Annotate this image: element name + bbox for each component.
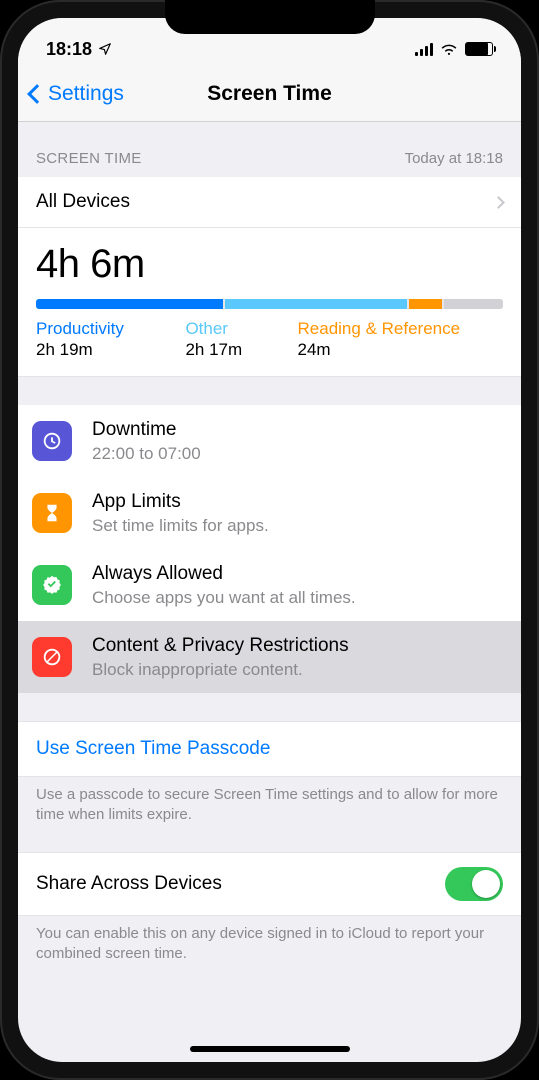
usage-seg-remaining — [444, 299, 503, 309]
category-other: Other 2h 17m — [185, 319, 297, 360]
always-allowed-row[interactable]: Always Allowed Choose apps you want at a… — [18, 549, 521, 621]
content-restrictions-title: Content & Privacy Restrictions — [92, 634, 503, 658]
usage-bar — [36, 299, 503, 309]
wifi-icon — [440, 42, 458, 56]
back-button[interactable]: Settings — [18, 82, 124, 106]
cat-label: Other — [185, 319, 269, 339]
category-list: Productivity 2h 19m Other 2h 17m Reading… — [36, 319, 503, 360]
all-devices-row[interactable]: All Devices — [18, 177, 521, 228]
section-header-left: SCREEN TIME — [36, 150, 142, 167]
all-devices-label: All Devices — [36, 191, 130, 213]
downtime-sub: 22:00 to 07:00 — [92, 443, 503, 464]
downtime-row[interactable]: Downtime 22:00 to 07:00 — [18, 405, 521, 477]
screen: 18:18 Settings Screen Time SCREEN TIME — [18, 18, 521, 1062]
downtime-icon — [32, 421, 72, 461]
back-label: Settings — [48, 82, 124, 106]
usage-seg-productivity — [36, 299, 223, 309]
battery-icon — [465, 42, 493, 56]
chevron-left-icon — [27, 84, 47, 104]
share-footer: You can enable this on any device signed… — [18, 916, 521, 989]
cat-time: 2h 19m — [36, 340, 157, 360]
chevron-right-icon — [492, 196, 505, 209]
use-passcode-link[interactable]: Use Screen Time Passcode — [18, 721, 521, 777]
passcode-footer: Use a passcode to secure Screen Time set… — [18, 777, 521, 826]
cat-label: Productivity — [36, 319, 157, 339]
options-group: Downtime 22:00 to 07:00 App Limits Set t… — [18, 405, 521, 693]
device-frame: 18:18 Settings Screen Time SCREEN TIME — [0, 0, 539, 1080]
usage-seg-reading — [409, 299, 442, 309]
category-reading: Reading & Reference 24m — [298, 319, 503, 360]
app-limits-sub: Set time limits for apps. — [92, 515, 503, 536]
cat-time: 24m — [298, 340, 503, 360]
total-time: 4h 6m — [36, 228, 503, 299]
downtime-title: Downtime — [92, 418, 503, 442]
content-scroll[interactable]: SCREEN TIME Today at 18:18 All Devices 4… — [18, 122, 521, 1062]
usage-summary[interactable]: 4h 6m Productivity 2h 19m Other 2h 17m — [18, 228, 521, 377]
share-across-devices-row[interactable]: Share Across Devices — [18, 852, 521, 916]
cat-label: Reading & Reference — [298, 319, 503, 339]
hourglass-icon — [32, 493, 72, 533]
checkmark-badge-icon — [32, 565, 72, 605]
always-allowed-title: Always Allowed — [92, 562, 503, 586]
always-allowed-sub: Choose apps you want at all times. — [92, 587, 503, 608]
content-restrictions-row[interactable]: Content & Privacy Restrictions Block ina… — [18, 621, 521, 693]
cat-time: 2h 17m — [185, 340, 269, 360]
section-header-screen-time: SCREEN TIME Today at 18:18 — [18, 122, 521, 177]
restriction-icon — [32, 637, 72, 677]
notch — [165, 0, 375, 34]
nav-bar: Settings Screen Time — [18, 66, 521, 122]
home-indicator[interactable] — [190, 1046, 350, 1052]
app-limits-row[interactable]: App Limits Set time limits for apps. — [18, 477, 521, 549]
usage-seg-other — [225, 299, 407, 309]
signal-icon — [415, 43, 433, 56]
category-productivity: Productivity 2h 19m — [36, 319, 185, 360]
section-header-right: Today at 18:18 — [405, 150, 503, 167]
status-time: 18:18 — [46, 39, 92, 60]
app-limits-title: App Limits — [92, 490, 503, 514]
share-label: Share Across Devices — [36, 873, 222, 895]
location-icon — [98, 42, 112, 56]
content-restrictions-sub: Block inappropriate content. — [92, 659, 503, 680]
share-toggle[interactable] — [445, 867, 503, 901]
